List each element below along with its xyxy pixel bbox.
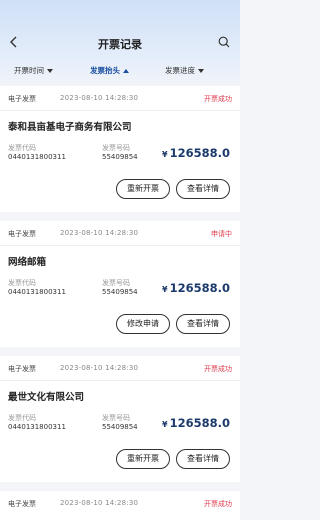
- invoice-card[interactable]: 电子发票 2023-08-10 14:28:30 开票成功 最世文化有限公司 发…: [0, 356, 240, 482]
- currency-symbol: ¥: [162, 150, 168, 159]
- number-value: 55409854: [102, 153, 138, 161]
- code-value: 0440131800311: [8, 153, 66, 161]
- invoice-card[interactable]: 电子发票 2023-08-10 14:28:30 开票成功 泰和县亩基电子商务有…: [0, 86, 240, 212]
- modify-request-button[interactable]: 修改申请: [116, 314, 170, 334]
- company-name: 泰和县亩基电子商务有限公司: [8, 122, 132, 133]
- divider: [0, 245, 240, 246]
- amount-value: 126588.0: [169, 416, 230, 430]
- filter-label: 发票抬头: [90, 66, 120, 75]
- code-value: 0440131800311: [8, 423, 66, 431]
- amount: ¥126588.0: [162, 416, 230, 430]
- invoice-type: 电子发票: [8, 365, 36, 373]
- filter-label: 开票时间: [14, 66, 44, 75]
- invoice-time: 2023-08-10 14:28:30: [60, 364, 139, 372]
- number-label: 发票号码: [102, 414, 130, 422]
- app-header: 开票记录: [0, 28, 240, 58]
- invoice-card[interactable]: 电子发票 2023-08-10 14:28:30 申请中 网络邮箱 发票代码 0…: [0, 221, 240, 347]
- amount-value: 126588.0: [169, 281, 230, 295]
- invoice-type: 电子发票: [8, 230, 36, 238]
- invoice-type: 电子发票: [8, 500, 36, 508]
- caret-down-icon: [47, 68, 53, 73]
- status-badge: 申请中: [211, 230, 232, 238]
- reissue-button[interactable]: 重新开票: [116, 449, 170, 469]
- status-badge: 开票成功: [204, 365, 232, 373]
- company-name: 最世文化有限公司: [8, 392, 85, 403]
- number-value: 55409854: [102, 288, 138, 296]
- status-badge: 开票成功: [204, 500, 232, 508]
- caret-up-icon: [123, 68, 129, 73]
- currency-symbol: ¥: [162, 285, 168, 294]
- filter-label: 发票进度: [165, 66, 195, 75]
- company-name: 网络邮箱: [8, 257, 47, 268]
- amount-value: 126588.0: [169, 146, 230, 160]
- number-value: 55409854: [102, 423, 138, 431]
- code-value: 0440131800311: [8, 288, 66, 296]
- card-header: 电子发票 2023-08-10 14:28:30 申请中: [8, 229, 232, 241]
- filter-invoice-time[interactable]: 开票时间: [14, 65, 53, 76]
- invoice-time: 2023-08-10 14:28:30: [60, 499, 139, 507]
- amount: ¥126588.0: [162, 281, 230, 295]
- card-header: 电子发票 2023-08-10 14:28:30 开票成功: [8, 499, 232, 511]
- number-label: 发票号码: [102, 144, 130, 152]
- currency-symbol: ¥: [162, 420, 168, 429]
- invoice-card[interactable]: 电子发票 2023-08-10 14:28:30 开票成功: [0, 491, 240, 520]
- code-label: 发票代码: [8, 144, 36, 152]
- card-header: 电子发票 2023-08-10 14:28:30 开票成功: [8, 94, 232, 106]
- filter-bar: 开票时间 发票抬头 发票进度: [0, 62, 240, 80]
- filter-invoice-title[interactable]: 发票抬头: [90, 65, 129, 76]
- invoice-type: 电子发票: [8, 95, 36, 103]
- view-details-button[interactable]: 查看详情: [176, 314, 230, 334]
- number-label: 发票号码: [102, 279, 130, 287]
- view-details-button[interactable]: 查看详情: [176, 179, 230, 199]
- code-label: 发票代码: [8, 414, 36, 422]
- amount: ¥126588.0: [162, 146, 230, 160]
- status-badge: 开票成功: [204, 95, 232, 103]
- divider: [0, 110, 240, 111]
- code-label: 发票代码: [8, 279, 36, 287]
- reissue-button[interactable]: 重新开票: [116, 179, 170, 199]
- search-icon[interactable]: [218, 36, 230, 48]
- card-header: 电子发票 2023-08-10 14:28:30 开票成功: [8, 364, 232, 376]
- filter-invoice-progress[interactable]: 发票进度: [165, 65, 204, 76]
- page-title: 开票记录: [98, 38, 142, 51]
- invoice-time: 2023-08-10 14:28:30: [60, 94, 139, 102]
- view-details-button[interactable]: 查看详情: [176, 449, 230, 469]
- caret-down-icon: [198, 68, 204, 73]
- invoice-time: 2023-08-10 14:28:30: [60, 229, 139, 237]
- divider: [0, 380, 240, 381]
